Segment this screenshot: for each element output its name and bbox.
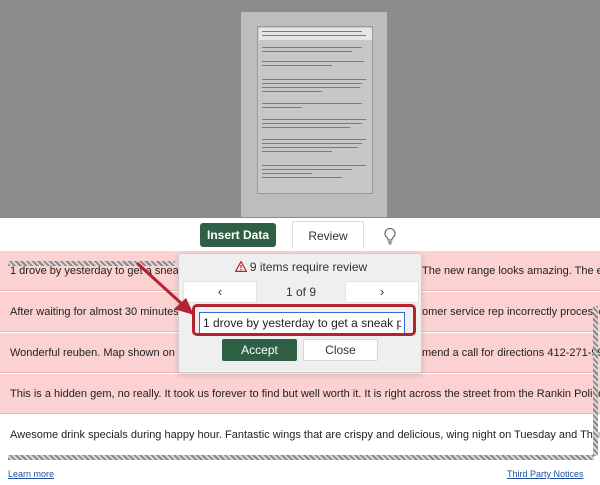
learn-more-link[interactable]: Learn more [8, 469, 54, 479]
insert-data-button[interactable]: Insert Data [200, 223, 276, 247]
third-party-notices-link[interactable]: Third Party Notices [507, 469, 584, 479]
lightbulb-icon[interactable] [383, 227, 397, 245]
row-text-tail: mend a call for directions 412-271-9911 [422, 347, 600, 359]
review-count-text: 9 items require review [249, 260, 368, 274]
annotation-highlight-box [192, 304, 416, 336]
horizontal-scrollbar[interactable] [8, 455, 594, 460]
row-text-tail: The new range looks amazing. The entire [422, 265, 600, 277]
close-button[interactable]: Close [303, 339, 378, 361]
review-header: 9 items require review [179, 260, 423, 274]
row-text-tail: omer service rep incorrectly processed t… [422, 306, 600, 318]
accept-button[interactable]: Accept [222, 339, 297, 361]
scanned-document-image [241, 12, 387, 217]
row-text: Awesome drink specials during happy hour… [10, 429, 600, 441]
chevron-left-icon: ‹ [217, 284, 223, 299]
row-text: After waiting for almost 30 minutes to [10, 306, 191, 318]
list-item[interactable]: Awesome drink specials during happy hour… [0, 415, 600, 455]
list-item[interactable]: This is a hidden gem, no really. It took… [0, 374, 600, 414]
row-text: 1 drove by yesterday to get a sneak pea [10, 265, 206, 277]
chevron-right-icon: › [379, 284, 385, 299]
previous-item-button[interactable]: ‹ [183, 281, 257, 303]
row-text: Wonderful reuben. Map shown on Yelp [10, 347, 199, 359]
next-item-button[interactable]: › [345, 281, 419, 303]
row-text: This is a hidden gem, no really. It took… [10, 388, 600, 400]
review-counter: 1 of 9 [285, 285, 317, 299]
ink-underline [8, 261, 175, 266]
document-preview [0, 0, 600, 218]
vertical-scrollbar[interactable] [593, 306, 598, 456]
warning-icon [234, 261, 247, 272]
tab-review[interactable]: Review [292, 221, 364, 249]
